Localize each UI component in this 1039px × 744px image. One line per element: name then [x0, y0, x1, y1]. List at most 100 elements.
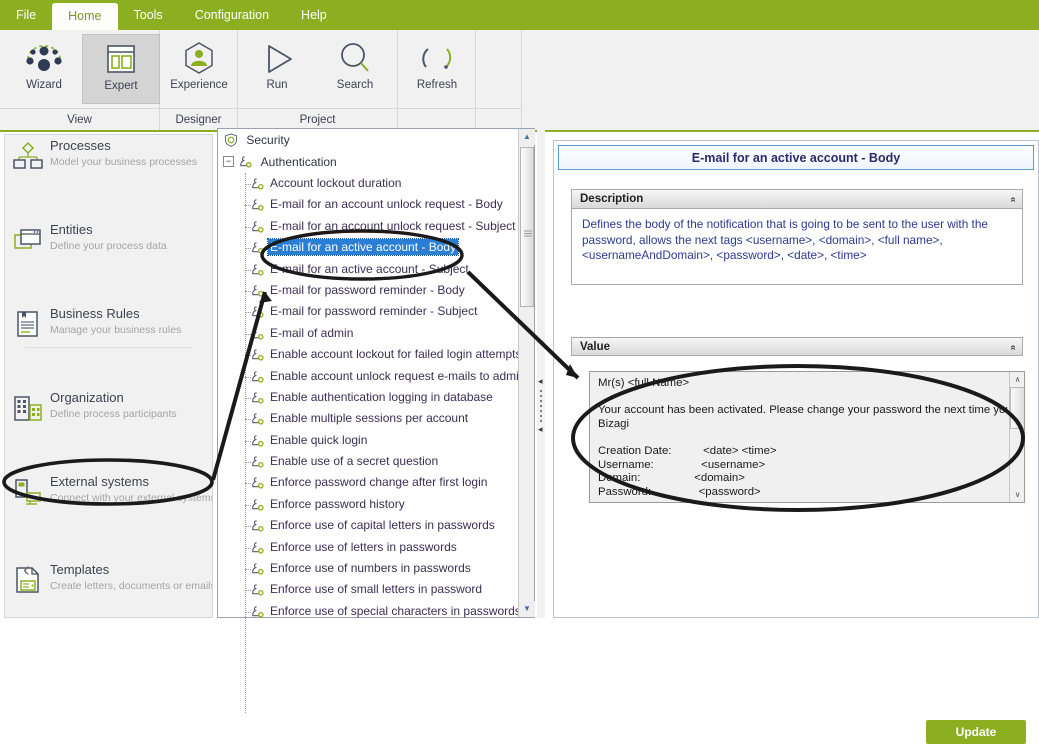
tree-node-label: E-mail of admin — [270, 325, 354, 340]
ribbon-button-run[interactable]: Run — [238, 34, 316, 104]
tree-node-label: Enforce use of numbers in passwords — [270, 561, 471, 576]
authentication-user-icon — [250, 604, 265, 619]
sidebar-item-processes-title: Processes — [50, 138, 111, 153]
panel-splitter[interactable]: ◂ ◂ — [537, 128, 545, 618]
scroll-down-button[interactable]: ▼ — [519, 601, 535, 617]
menu-item-home[interactable]: Home — [52, 3, 118, 30]
tree-node[interactable]: Enable use of a secret question — [218, 451, 518, 472]
tree-node[interactable]: E-mail for an active account - Body — [218, 237, 518, 258]
tree-expander-icon[interactable]: − — [223, 156, 234, 167]
menu-item-file[interactable]: File — [0, 0, 52, 30]
authentication-user-icon — [250, 347, 265, 362]
authentication-user-icon — [250, 561, 265, 576]
ribbon-button-refresh[interactable]: Refresh — [398, 34, 476, 104]
tree-node[interactable]: Enforce use of capital letters in passwo… — [218, 515, 518, 536]
sidebar-item-organization-title: Organization — [50, 390, 124, 405]
description-section-body: Defines the body of the notification tha… — [572, 209, 1022, 284]
tree-branch-authentication[interactable]: − Authentication — [218, 151, 534, 173]
tree-node[interactable]: Enable multiple sessions per account — [218, 408, 518, 429]
value-textarea[interactable]: Mr(s) <full Name> Your account has been … — [589, 371, 1025, 503]
tree-node[interactable]: Enable account unlock request e-mails to… — [218, 366, 525, 387]
tree-node-label: Enable account unlock request e-mails to… — [270, 368, 526, 383]
tree-node[interactable]: Enforce use of small letters in password — [218, 579, 518, 600]
tree-node[interactable]: E-mail for an account unlock request - B… — [218, 194, 518, 215]
tree-node-label: E-mail for an active account - Subject — [270, 261, 469, 276]
authentication-user-icon — [250, 176, 265, 191]
tree-vertical-scrollbar[interactable]: ▲ ▼ — [518, 129, 535, 617]
tree-node[interactable]: Account lockout duration — [218, 173, 518, 194]
menu-item-tools[interactable]: Tools — [118, 0, 179, 30]
sidebar-item-business-rules[interactable]: Business Rules Manage your business rule… — [5, 303, 212, 345]
tree-node-label: Enable multiple sessions per account — [270, 411, 469, 426]
sidebar-item-organization[interactable]: Organization Define process participants — [5, 387, 212, 429]
scroll-up-button[interactable]: ▲ — [519, 129, 535, 145]
tree-node[interactable]: E-mail for an active account - Subject — [218, 259, 518, 280]
tree-node-list: Account lockout duration E-mail for an ac… — [218, 173, 525, 622]
menu-item-help[interactable]: Help — [285, 0, 343, 30]
tree-node[interactable]: Enable account lockout for failed login … — [218, 344, 521, 365]
tree-node[interactable]: Enforce use of letters in passwords — [218, 537, 518, 558]
sidebar-item-templates-title: Templates — [50, 562, 110, 577]
ribbon-button-expert[interactable]: Expert — [82, 34, 160, 104]
process-diagram-icon — [13, 141, 43, 171]
ribbon-button-search[interactable]: Search — [316, 34, 394, 104]
value-scroll-up-button[interactable]: ∧ — [1010, 372, 1024, 387]
splitter-collapse-left-icon[interactable]: ◂ — [538, 376, 543, 387]
left-navigation-sidebar: Processes Model your business processes … — [4, 134, 213, 618]
sidebar-item-external-systems[interactable]: External systems Connect with your exter… — [5, 471, 212, 513]
tree-node[interactable]: Enable quick login — [218, 430, 518, 451]
tree-node-label: Enable authentication logging in databas… — [270, 389, 493, 404]
external-systems-icon — [13, 477, 43, 507]
refresh-circular-arrow-icon — [398, 37, 476, 81]
ribbon-group-refresh: Refresh — [398, 30, 476, 108]
menu-item-configuration[interactable]: Configuration — [179, 0, 285, 30]
tree-root-node[interactable]: Security — [218, 129, 534, 151]
authentication-user-icon — [250, 240, 265, 255]
tree-root-label: Security — [246, 133, 290, 147]
sidebar-item-entities[interactable]: Entities Define your process data — [5, 219, 212, 261]
value-textarea-content: Mr(s) <full Name> Your account has been … — [598, 377, 1024, 498]
sidebar-item-templates[interactable]: Templates Create letters, documents or e… — [5, 559, 212, 601]
buildings-icon — [13, 393, 43, 423]
tree-node[interactable]: Enable authentication logging in databas… — [218, 387, 518, 408]
sidebar-item-external-systems-title: External systems — [50, 474, 149, 489]
value-vertical-scrollbar[interactable]: ∧ ∨ — [1009, 372, 1024, 502]
sidebar-item-processes[interactable]: Processes Model your business processes — [5, 135, 212, 177]
chevron-collapse-icon[interactable]: « — [1004, 345, 1023, 351]
ribbon-button-experience[interactable]: Experience — [160, 34, 238, 104]
tree-node[interactable]: Enforce use of special characters in pas… — [218, 601, 521, 622]
ribbon-group-labels: View Designer Project — [0, 108, 1039, 130]
sidebar-divider — [25, 347, 192, 348]
tree-node[interactable]: E-mail for password reminder - Subject — [218, 301, 518, 322]
tree-node-label: E-mail for password reminder - Subject — [270, 304, 478, 319]
authentication-user-icon — [250, 369, 265, 384]
tree-node[interactable]: E-mail for password reminder - Body — [218, 280, 518, 301]
tree-node[interactable]: Enforce password history — [218, 494, 518, 515]
splitter-collapse-right-icon[interactable]: ◂ — [538, 424, 543, 435]
document-rules-icon — [13, 309, 43, 339]
description-section: Description « Defines the body of the no… — [571, 189, 1023, 285]
tree-node-label: Enable account lockout for failed login … — [270, 347, 522, 362]
ribbon-button-wizard[interactable]: Wizard — [5, 34, 83, 104]
tree-node[interactable]: Enforce use of numbers in passwords — [218, 558, 518, 579]
ribbon-group-empty — [476, 30, 522, 108]
authentication-user-icon — [250, 411, 265, 426]
value-scrollbar-thumb[interactable] — [1010, 387, 1024, 429]
description-section-title: Description — [580, 193, 644, 205]
tree-node[interactable]: Enforce password change after first logi… — [218, 472, 518, 493]
chevron-collapse-icon[interactable]: « — [1004, 197, 1023, 203]
tree-node[interactable]: E-mail for an account unlock request - S… — [218, 216, 518, 237]
tree-node-label: Enforce use of special characters in pas… — [270, 603, 521, 618]
authentication-user-icon — [250, 497, 265, 512]
tree-node[interactable]: E-mail of admin — [218, 323, 518, 344]
scrollbar-grip-icon — [524, 224, 532, 237]
authentication-user-icon — [250, 454, 265, 469]
sidebar-collapse-button[interactable]: ‹ — [23, 559, 30, 582]
sidebar-item-templates-subtitle: Create letters, documents or emails — [50, 580, 213, 592]
sidebar-item-business-rules-title: Business Rules — [50, 306, 140, 321]
authentication-user-icon — [250, 219, 265, 234]
scrollbar-thumb[interactable] — [520, 147, 534, 307]
update-button[interactable]: Update — [926, 720, 1026, 744]
ribbon-group-label-designer: Designer — [160, 108, 238, 130]
value-scroll-down-button[interactable]: ∨ — [1010, 487, 1024, 502]
